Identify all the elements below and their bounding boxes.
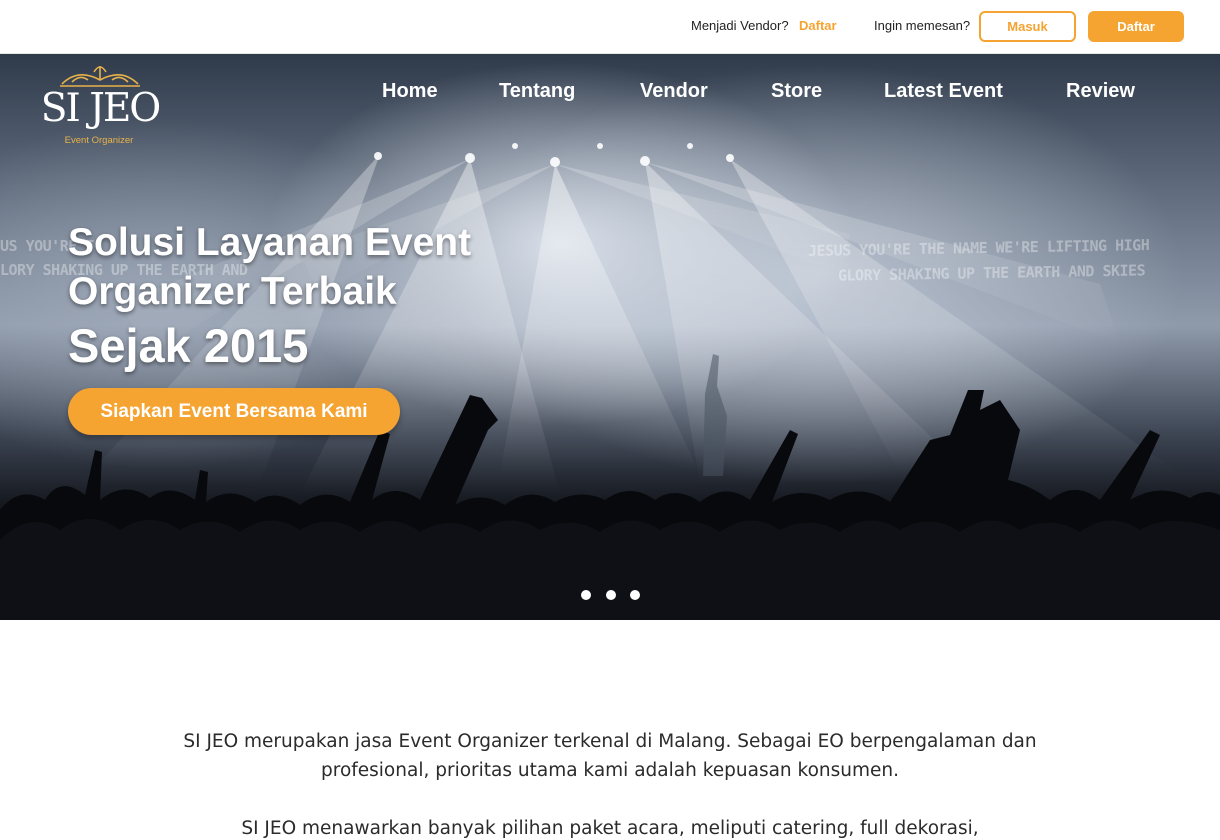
about-section: SI JEO merupakan jasa Event Organizer te…: [160, 727, 1060, 840]
order-question: Ingin memesan?: [874, 18, 971, 33]
register-button[interactable]: Daftar: [1088, 11, 1184, 42]
about-paragraph: SI JEO merupakan jasa Event Organizer te…: [183, 731, 1037, 781]
nav-item-home[interactable]: Home: [382, 80, 438, 103]
vendor-question: Menjadi Vendor?: [691, 18, 789, 33]
logo-wordmark: SI JEO: [40, 86, 162, 131]
nav-item-review[interactable]: Review: [1066, 80, 1135, 103]
vendor-register-link[interactable]: Daftar: [799, 18, 837, 33]
crown-ornament-icon: [60, 66, 140, 87]
carousel-dot[interactable]: [581, 590, 591, 600]
top-utility-bar: Menjadi Vendor? Daftar Ingin memesan? Ma…: [0, 0, 1220, 54]
hero-cta-button[interactable]: Siapkan Event Bersama Kami: [68, 388, 400, 435]
hero-title: Solusi Layanan Event Organizer Terbaik: [68, 221, 472, 313]
nav-item-store[interactable]: Store: [771, 80, 822, 103]
carousel-dot[interactable]: [606, 590, 616, 600]
hero-year-line: Sejak 2015: [68, 319, 309, 372]
about-paragraph: SI JEO menawarkan banyak pilihan paket a…: [241, 818, 979, 839]
carousel-dot[interactable]: [630, 590, 640, 600]
hero-banner: US YOU'RE T LORY SHAKING UP THE EARTH AN…: [0, 54, 1220, 620]
sijeo-logo[interactable]: SI JEO Event Organizer: [40, 62, 162, 148]
nav-item-latest-event[interactable]: Latest Event: [884, 80, 1003, 103]
login-button[interactable]: Masuk: [979, 11, 1076, 42]
nav-item-tentang[interactable]: Tentang: [499, 80, 575, 103]
logo-subtitle: Event Organizer: [64, 135, 134, 146]
nav-item-vendor[interactable]: Vendor: [640, 80, 708, 103]
